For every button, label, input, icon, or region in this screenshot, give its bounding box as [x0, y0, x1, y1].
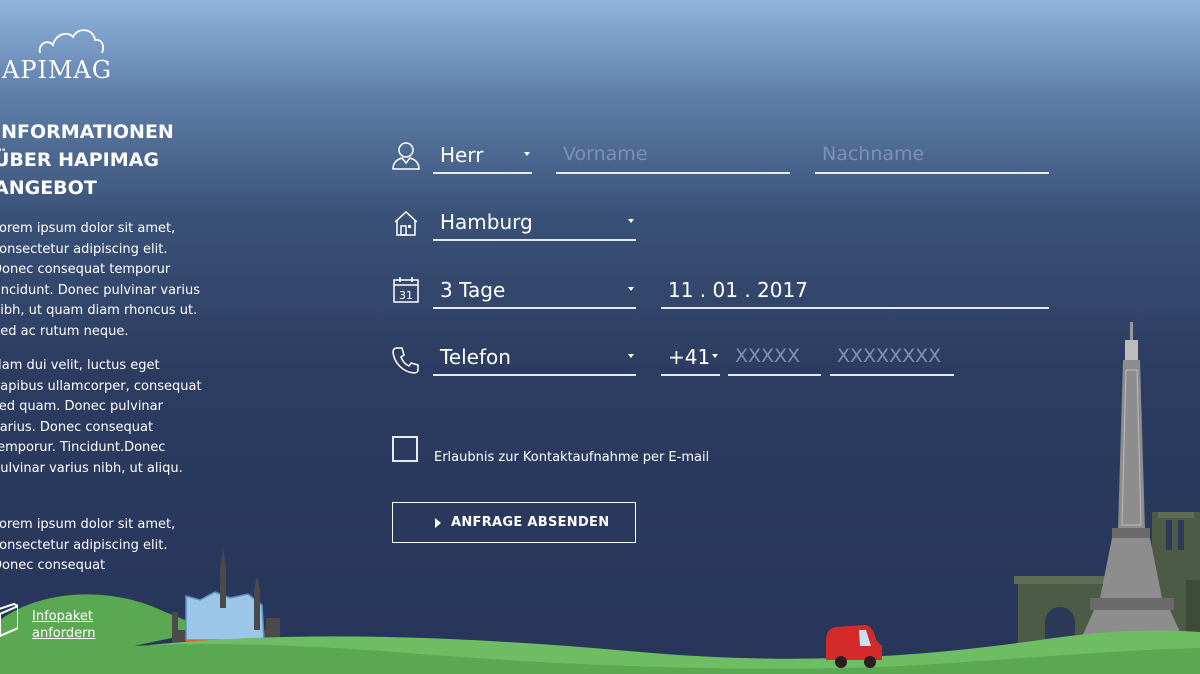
eiffel-tower — [1068, 322, 1196, 668]
play-arrow-icon — [435, 518, 441, 528]
caret-down-icon — [628, 354, 634, 358]
info-sidebar: INFORMATIONEN ÜBER HAPIMAG ANGEBOT Lorem… — [0, 118, 210, 591]
cloud-logo-icon — [38, 29, 105, 54]
last-name-input[interactable]: Nachname — [815, 140, 1049, 174]
sidebar-title: INFORMATIONEN ÜBER HAPIMAG ANGEBOT — [0, 121, 174, 199]
user-icon — [392, 142, 420, 170]
area-code-input[interactable]: XXXXX — [728, 342, 821, 376]
salutation-value: Herr — [440, 143, 484, 167]
red-car — [826, 625, 882, 668]
submit-button-label: ANFRAGE ABSENDEN — [451, 515, 610, 530]
salutation-select[interactable]: Herr — [433, 140, 532, 174]
country-code-select[interactable]: +41 — [661, 342, 720, 376]
caret-down-icon — [628, 287, 634, 291]
sidebar-paragraph: Lorem ipsum dolor sit amet, consectetur … — [0, 517, 176, 573]
last-name-placeholder: Nachname — [822, 143, 925, 165]
calendar-day-label: 31 — [399, 289, 413, 302]
email-consent-checkbox[interactable] — [392, 436, 418, 462]
phone-icon — [392, 347, 419, 374]
infopaket-anfordern-link[interactable]: Infopaket anfordern — [32, 608, 152, 642]
arc-de-triomphe — [1014, 576, 1106, 656]
area-code-placeholder: XXXXX — [735, 345, 801, 367]
email-consent-label: Erlaubnis zur Kontaktaufnahme per E-mail — [434, 450, 710, 465]
calendar-icon: 31 — [393, 277, 419, 303]
caret-down-icon — [628, 219, 634, 223]
contact-method-select[interactable]: Telefon — [433, 342, 636, 376]
destination-select[interactable]: Hamburg — [433, 207, 636, 241]
caret-down-icon — [712, 354, 718, 358]
caret-down-icon — [524, 152, 530, 156]
phone-number-placeholder: XXXXXXXX — [837, 345, 942, 367]
sidebar-paragraph: Nam dui velit, luctus eget dapibus ullam… — [0, 358, 202, 476]
house-icon — [394, 210, 418, 236]
sidebar-paragraph: Lorem ipsum dolor sit amet, consectetur … — [0, 221, 200, 339]
date-input[interactable]: 11 . 01 . 2017 — [661, 275, 1049, 309]
submit-request-button[interactable]: ANFRAGE ABSENDEN — [392, 502, 636, 543]
package-icon — [0, 602, 18, 638]
contact-method-value: Telefon — [440, 345, 511, 369]
duration-value: 3 Tage — [440, 278, 506, 302]
logo-text: APIMAG — [2, 56, 113, 84]
first-name-input[interactable]: Vorname — [556, 140, 790, 174]
hapimag-logo[interactable]: APIMAG — [0, 26, 113, 86]
first-name-placeholder: Vorname — [563, 143, 648, 165]
phone-number-input[interactable]: XXXXXXXX — [830, 342, 954, 376]
duration-select[interactable]: 3 Tage — [433, 275, 636, 309]
destination-value: Hamburg — [440, 210, 533, 234]
country-code-value: +41 — [668, 345, 711, 369]
date-value: 11 . 01 . 2017 — [668, 278, 808, 302]
